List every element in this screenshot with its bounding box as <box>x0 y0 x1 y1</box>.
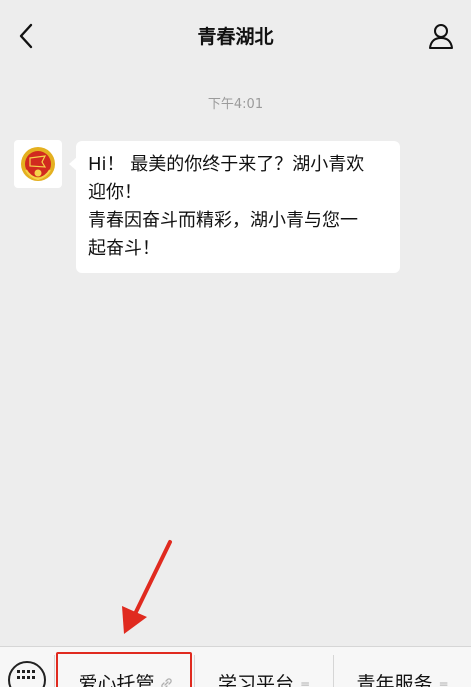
message-line-4: 起奋斗！ <box>88 238 160 259</box>
youth-league-emblem-icon <box>21 147 55 181</box>
message-timestamp: 下午4:01 <box>207 97 264 112</box>
person-icon <box>429 24 453 49</box>
menu-item-learning[interactable]: 学习平台 ≡ <box>195 647 333 687</box>
menu-item-label: 学习平台 <box>217 673 294 687</box>
menu-divider <box>54 655 55 687</box>
highlight-box <box>56 652 192 687</box>
menu-lines-icon: ≡ <box>299 678 311 687</box>
menu-item-label: 青年服务 <box>356 673 433 687</box>
page-title: 青春湖北 <box>197 26 274 48</box>
menu-lines-icon: ≡ <box>438 678 449 687</box>
avatar[interactable] <box>14 140 62 188</box>
keyboard-toggle-button[interactable] <box>8 661 46 687</box>
keyboard-icon <box>17 670 35 679</box>
nav-bar: 青春湖北 <box>0 0 471 72</box>
menu-item-youth-service[interactable]: 青年服务 ≡ <box>334 647 471 687</box>
message-line-1: Hi！ 最美的你终于来了？湖小青欢 <box>88 154 365 175</box>
message-line-3: 青春因奋斗而精彩，湖小青与您一 <box>88 210 358 231</box>
chat-screen: 青春湖北 下午4:01 Hi！ 最美的你终于来了？湖小青欢 迎你！ 青春因奋斗而… <box>0 0 471 687</box>
profile-button[interactable] <box>427 20 455 52</box>
message-bubble[interactable]: Hi！ 最美的你终于来了？湖小青欢 迎你！ 青春因奋斗而精彩，湖小青与您一 起奋… <box>69 141 400 273</box>
message-line-2: 迎你！ <box>88 182 142 203</box>
